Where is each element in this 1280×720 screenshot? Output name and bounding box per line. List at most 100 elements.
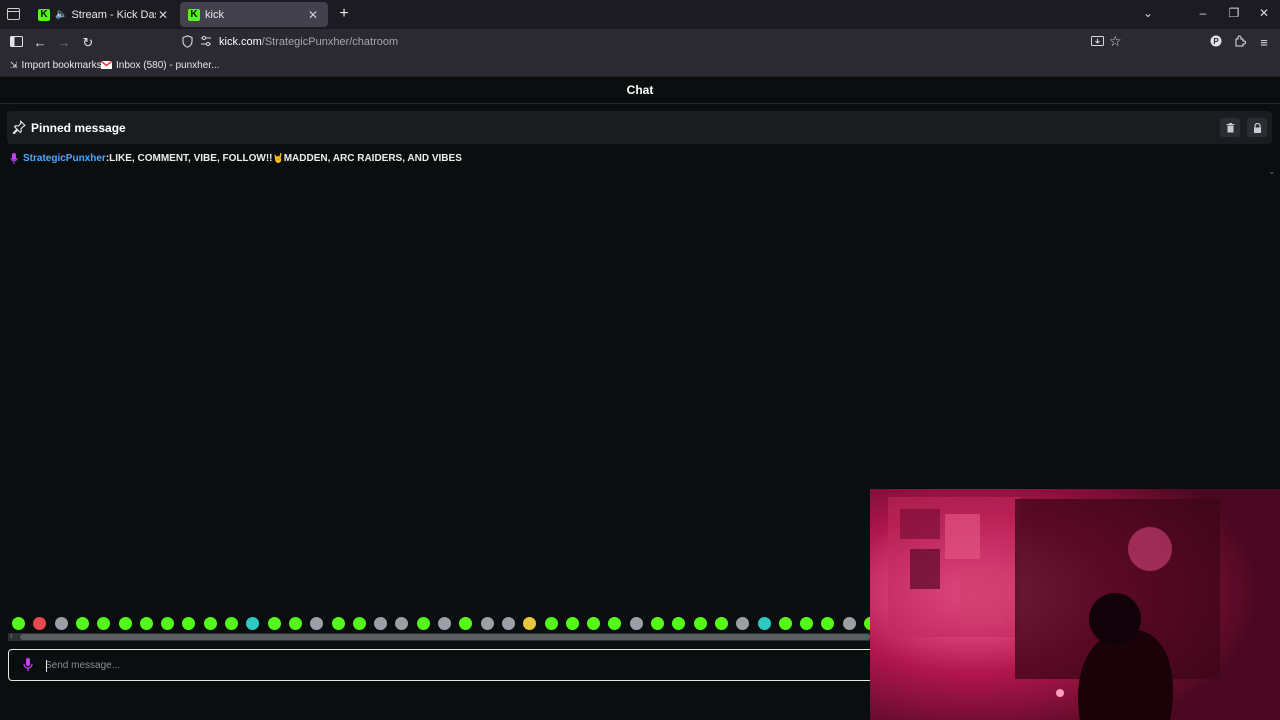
url-path: /StrategicPunxher/chatroom <box>261 36 399 48</box>
reader-view-icon[interactable] <box>1091 35 1104 50</box>
bookmark-label: Inbox (580) - punxher... <box>116 60 220 71</box>
page-title: Chat <box>626 83 654 97</box>
back-icon[interactable]: ← <box>31 34 49 52</box>
emote-icon[interactable] <box>12 617 25 630</box>
rock-hand-emoji: 🤘 <box>272 153 284 163</box>
scroll-down-icon[interactable]: ⌄ <box>1268 166 1276 177</box>
bookmark-star-icon[interactable]: ☆ <box>1109 33 1122 50</box>
tab-close-icon[interactable]: ✕ <box>156 8 170 22</box>
emote-icon[interactable] <box>54 617 68 630</box>
emote-icon[interactable] <box>714 617 728 630</box>
emote-icon[interactable] <box>374 617 388 630</box>
emote-icon[interactable] <box>651 617 664 630</box>
emote-icon[interactable] <box>118 617 132 630</box>
chat-username[interactable]: StrategicPunxher <box>23 153 106 164</box>
emote-icon[interactable] <box>225 617 238 630</box>
emote-icon[interactable] <box>203 617 217 630</box>
emote-icon[interactable] <box>331 617 345 630</box>
tab-kick-chat[interactable]: K kick ✕ <box>180 2 328 27</box>
bookmark-label: Import bookmarks... <box>21 60 110 71</box>
bookmark-import[interactable]: ⇲ Import bookmarks... <box>10 60 110 71</box>
emote-icon[interactable] <box>842 617 856 630</box>
emote-scrollbar[interactable]: ‹ <box>8 631 870 641</box>
emote-icon[interactable] <box>672 617 686 630</box>
url-bar[interactable]: kick.com/StrategicPunxher/chatroom ☆ <box>178 31 1133 54</box>
emote-icon[interactable] <box>352 617 366 630</box>
pinned-message-title: Pinned message <box>31 121 126 135</box>
emote-bar <box>8 616 870 632</box>
scroll-left-icon[interactable]: ‹ <box>10 631 13 640</box>
emote-icon[interactable] <box>416 617 430 630</box>
emote-icon[interactable] <box>757 617 771 630</box>
chat-message: StrategicPunxher : LIKE, COMMENT, VIBE, … <box>10 153 462 164</box>
gmail-icon <box>100 59 113 71</box>
emote-icon[interactable] <box>310 617 324 630</box>
url-text[interactable]: kick.com/StrategicPunxher/chatroom <box>219 36 398 48</box>
emote-icon[interactable] <box>480 617 494 630</box>
emote-icon[interactable] <box>267 617 281 630</box>
emote-icon[interactable] <box>608 617 622 630</box>
microphone-icon[interactable] <box>23 658 33 674</box>
speaker-icon[interactable]: 🔈 <box>55 9 67 20</box>
shield-icon[interactable] <box>182 35 193 51</box>
emote-icon[interactable] <box>544 617 558 630</box>
emote-icon[interactable] <box>693 617 707 630</box>
emote-icon[interactable] <box>182 617 196 630</box>
reload-icon[interactable]: ↻ <box>79 34 97 52</box>
delete-pin-icon[interactable] <box>1220 118 1240 137</box>
emote-icon[interactable] <box>501 617 515 630</box>
chat-message-text: LIKE, COMMENT, VIBE, FOLLOW!! <box>109 153 273 164</box>
emote-icon[interactable] <box>778 617 792 630</box>
import-icon: ⇲ <box>10 60 18 70</box>
pin-icon <box>12 120 26 135</box>
forward-icon[interactable]: → <box>55 34 73 52</box>
minimize-icon[interactable]: – <box>1193 6 1213 20</box>
pinned-message-bar: Pinned message <box>7 111 1272 144</box>
scrollbar-thumb[interactable] <box>20 634 870 640</box>
emote-icon[interactable] <box>395 617 409 630</box>
browser-nav-bar: ← → ↻ kick.com/StrategicPunxher/chatroom… <box>0 29 1280 56</box>
lock-icon[interactable] <box>1247 118 1267 137</box>
chat-composer <box>8 649 888 681</box>
site-permissions-icon[interactable] <box>200 35 212 50</box>
tab-close-icon[interactable]: ✕ <box>306 8 320 22</box>
window-close-icon[interactable]: ✕ <box>1254 6 1274 20</box>
restore-icon[interactable]: ❐ <box>1224 6 1244 20</box>
webcam-feed-image <box>870 489 1280 720</box>
sidebar-icon[interactable] <box>7 34 25 52</box>
kick-icon: K <box>188 8 200 21</box>
emote-icon[interactable] <box>629 617 643 630</box>
emote-icon[interactable] <box>33 617 47 630</box>
emote-icon[interactable] <box>438 617 451 630</box>
new-tab-icon[interactable]: + <box>336 5 352 23</box>
bookmarks-bar: ⇲ Import bookmarks... Inbox (580) - punx… <box>0 56 1280 77</box>
bookmark-inbox[interactable]: Inbox (580) - punxher... <box>100 59 220 71</box>
emote-icon[interactable] <box>288 617 302 630</box>
send-message-input[interactable] <box>45 654 865 676</box>
chat-message-text-end: MADDEN, ARC RAIDERS, AND VIBES <box>283 153 462 164</box>
emote-icon[interactable] <box>161 617 175 630</box>
emote-icon[interactable] <box>139 617 153 630</box>
emote-icon[interactable] <box>459 617 473 630</box>
emote-icon[interactable] <box>800 617 814 630</box>
kick-icon: K <box>38 8 50 21</box>
list-all-tabs-icon[interactable]: ⌄ <box>1138 6 1158 20</box>
tab-title: Stream - Kick Dashboard <box>71 8 156 21</box>
emote-icon[interactable] <box>523 617 537 630</box>
emote-icon[interactable] <box>587 617 601 630</box>
tab-list-icon[interactable] <box>4 5 22 23</box>
browser-tab-bar: K 🔈 Stream - Kick Dashboard ✕ K kick ✕ +… <box>0 0 1280 29</box>
emote-icon[interactable] <box>736 617 750 630</box>
tab-stream-dashboard[interactable]: K 🔈 Stream - Kick Dashboard ✕ <box>30 2 178 27</box>
emote-icon[interactable] <box>565 617 579 630</box>
emote-icon[interactable] <box>246 617 260 630</box>
url-host: kick.com <box>219 36 262 48</box>
menu-icon[interactable]: ≡ <box>1255 34 1273 52</box>
emote-icon[interactable] <box>821 617 835 630</box>
extensions-icon[interactable] <box>1231 34 1249 52</box>
webcam-overlay <box>870 489 1280 720</box>
emote-icon[interactable] <box>75 617 89 630</box>
emote-icon[interactable] <box>97 617 111 630</box>
text-caret <box>46 660 47 672</box>
account-icon[interactable]: P <box>1207 34 1225 52</box>
